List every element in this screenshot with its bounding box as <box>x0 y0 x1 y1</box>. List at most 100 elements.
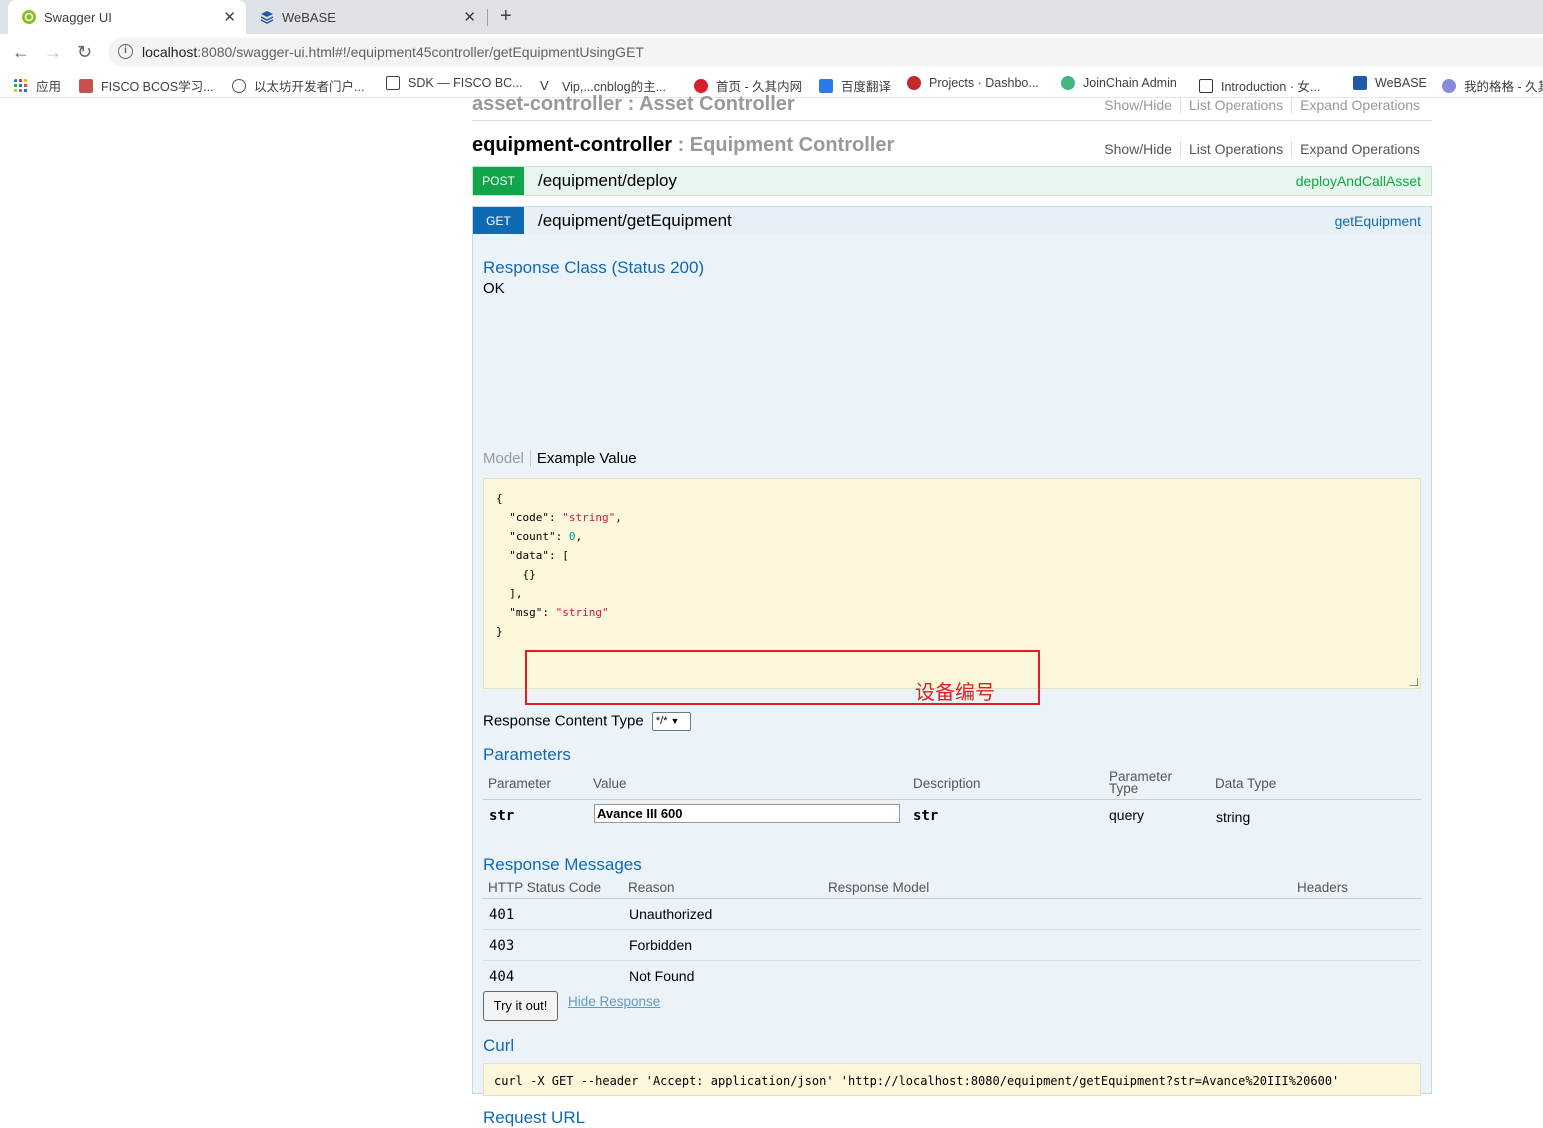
asset-controller-links: Show/Hide List Operations Expand Operation… <box>1096 97 1420 113</box>
parameters-heading: Parameters <box>483 745 571 764</box>
example-value-tab[interactable]: Example Value <box>531 450 637 467</box>
param-name: str <box>489 808 515 824</box>
response-reason: Unauthorized <box>629 906 713 922</box>
response-content-type: Response Content Type */* ▼ <box>483 712 691 731</box>
curl-command: curl -X GET --header 'Accept: applicatio… <box>494 1074 1340 1088</box>
param-value-input[interactable]: Avance III 600 <box>594 804 900 823</box>
tab-title: WeBASE <box>282 10 336 25</box>
bookmark-sdk[interactable]: SDK — FISCO BC... <box>386 76 523 90</box>
gitlab-icon <box>907 76 921 90</box>
show-hide-link[interactable]: Show/Hide <box>1096 97 1181 113</box>
resp-header-headers: Headers <box>1297 880 1349 895</box>
swagger-favicon-icon <box>22 10 36 24</box>
divider <box>483 799 1421 800</box>
reload-icon[interactable]: ↻ <box>77 42 92 63</box>
operation-nickname[interactable]: deployAndCallAsset <box>1296 173 1421 189</box>
tab-swagger-ui[interactable]: Swagger UI ✕ <box>8 0 246 34</box>
resource-equipment-controller: equipment-controller : Equipment Control… <box>472 134 1432 164</box>
operation-get-equipment[interactable]: GET /equipment/getEquipment getEquipment <box>472 206 1432 236</box>
expand-operations-link[interactable]: Expand Operations <box>1292 141 1420 157</box>
expand-operations-link[interactable]: Expand Operations <box>1292 97 1420 113</box>
vue-icon <box>1061 76 1075 90</box>
url-text: localhost:8080/swagger-ui.html#!/equipme… <box>142 44 644 60</box>
response-code: 401 <box>489 907 515 923</box>
http-method-badge: GET <box>473 207 524 235</box>
param-header-type-line2: Type <box>1109 781 1139 796</box>
resp-header-model: Response Model <box>828 880 930 895</box>
open-book-icon <box>1199 78 1213 93</box>
list-operations-link[interactable]: List Operations <box>1180 141 1293 157</box>
bookmark-projects[interactable]: Projects · Dashbo... <box>907 76 1039 90</box>
list-operations-link[interactable]: List Operations <box>1180 97 1293 113</box>
close-tab-icon[interactable]: ✕ <box>463 8 476 26</box>
response-code: 404 <box>489 969 515 985</box>
param-header-parameter: Parameter <box>488 776 552 791</box>
response-class-value: OK <box>483 280 505 297</box>
resp-header-status: HTTP Status Code <box>488 880 602 895</box>
param-data-type: string <box>1216 809 1251 825</box>
divider <box>483 898 1421 899</box>
response-reason: Forbidden <box>629 937 693 953</box>
http-method-badge: POST <box>473 167 524 195</box>
tab-separator <box>487 9 488 26</box>
hide-response-link[interactable]: Hide Response <box>568 994 660 1009</box>
equipment-controller-links: Show/Hide List Operations Expand Operation… <box>1096 141 1420 157</box>
book-icon <box>386 76 400 90</box>
show-hide-link[interactable]: Show/Hide <box>1096 141 1181 157</box>
curl-command-box[interactable]: curl -X GET --header 'Accept: applicatio… <box>483 1063 1421 1096</box>
resp-header-reason: Reason <box>628 880 675 895</box>
site-info-icon[interactable]: i <box>118 44 133 59</box>
bookmark-fisco-bcos[interactable]: FISCO BCOS学习... <box>79 76 214 95</box>
param-type: query <box>1109 807 1145 823</box>
response-reason: Not Found <box>629 968 695 984</box>
parameters-table: Parameter Value Description Parameter Ty… <box>483 766 1421 826</box>
resize-handle[interactable] <box>1410 678 1418 686</box>
translate-icon <box>819 78 833 93</box>
content-type-label: Response Content Type <box>483 712 644 730</box>
bookmark-joinchain[interactable]: JoinChain Admin <box>1061 76 1177 90</box>
content-type-select[interactable]: */* ▼ <box>651 712 691 731</box>
gege-icon <box>1442 78 1456 93</box>
response-messages-table: HTTP Status Code Reason Response Model H… <box>483 880 1421 990</box>
forward-arrow-icon[interactable]: → <box>44 42 62 63</box>
jiuqi-icon <box>694 78 708 93</box>
try-it-out-button[interactable]: Try it out! <box>483 991 558 1021</box>
layers-icon <box>1353 76 1367 90</box>
operation-post-deploy[interactable]: POST /equipment/deploy deployAndCallAsse… <box>472 166 1432 196</box>
annotation-note: 设备编号 <box>915 682 995 704</box>
tab-webase[interactable]: WeBASE ✕ <box>246 0 486 34</box>
address-bar[interactable]: i localhost:8080/swagger-ui.html#!/equip… <box>108 38 1543 66</box>
model-tab[interactable]: Model <box>483 450 531 467</box>
divider <box>483 929 1421 930</box>
param-header-data-type: Data Type <box>1215 776 1277 791</box>
tab-title: Swagger UI <box>44 10 112 25</box>
bookmark-webase[interactable]: WeBASE <box>1353 76 1427 90</box>
divider <box>483 960 1421 961</box>
globe-icon <box>232 78 246 93</box>
resource-asset-controller: asset-controller : Asset Controller Show… <box>472 93 1432 121</box>
response-messages-heading: Response Messages <box>483 855 642 874</box>
tab-strip: Swagger UI ✕ WeBASE ✕ + <box>0 0 1543 34</box>
param-description: str <box>913 808 939 824</box>
bookmark-ethereum[interactable]: 以太坊开发者门户... <box>232 76 364 95</box>
fisco-icon <box>79 78 93 93</box>
response-code: 403 <box>489 938 515 954</box>
operation-path[interactable]: /equipment/deploy <box>538 171 677 191</box>
operation-nickname[interactable]: getEquipment <box>1335 213 1421 229</box>
vip-icon: V <box>540 77 549 93</box>
curl-heading: Curl <box>483 1036 515 1055</box>
browser-toolbar: ← → ↻ i localhost:8080/swagger-ui.html#!… <box>0 34 1543 70</box>
bookmark-gege[interactable]: 我的格格 - 久其 <box>1442 76 1543 95</box>
response-class-heading: Response Class (Status 200) <box>483 258 705 277</box>
bookmark-apps[interactable]: 应用 <box>14 76 61 95</box>
back-arrow-icon[interactable]: ← <box>12 42 30 63</box>
chevron-down-icon: ▼ <box>670 716 680 726</box>
operation-path[interactable]: /equipment/getEquipment <box>538 211 732 231</box>
apps-grid-icon <box>14 78 27 92</box>
new-tab-icon[interactable]: + <box>500 5 512 28</box>
signature-tabs: Model Example Value <box>483 450 637 467</box>
request-url-heading: Request URL <box>483 1108 586 1127</box>
webase-favicon-icon <box>260 11 274 24</box>
close-tab-icon[interactable]: ✕ <box>223 8 236 26</box>
param-header-value: Value <box>593 776 627 791</box>
